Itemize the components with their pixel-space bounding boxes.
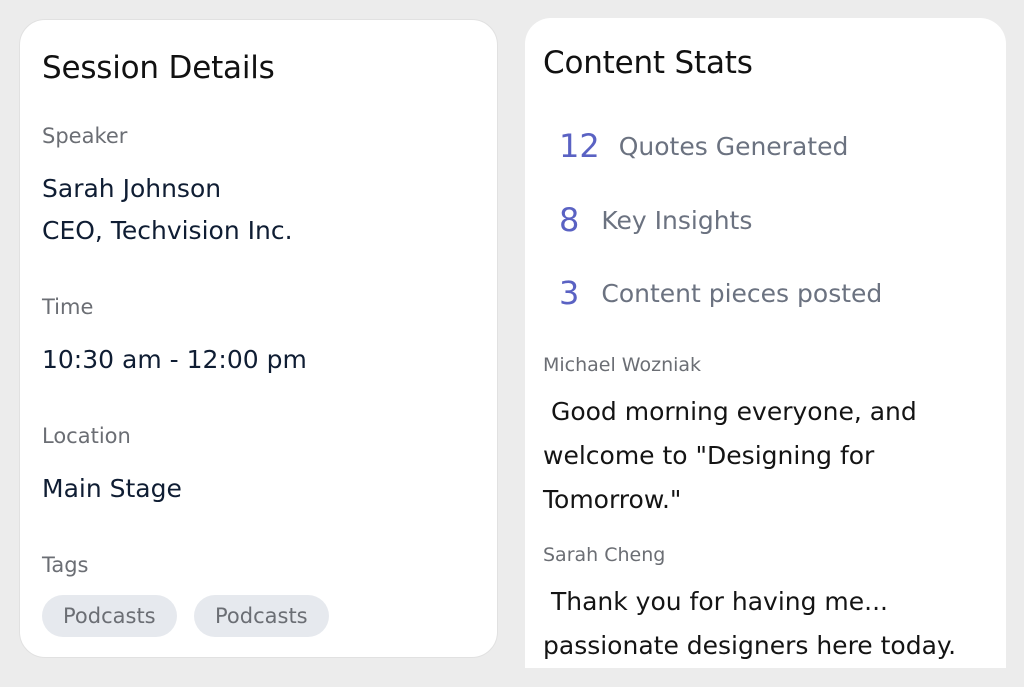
content-stats-title: Content Stats [543, 45, 753, 81]
stat-row-posted: 3 Content pieces posted [559, 271, 882, 315]
location-value: Main Stage [42, 474, 182, 503]
stat-count: 12 [559, 127, 600, 165]
content-stats-card: Content Stats 12 Quotes Generated 8 Key … [525, 18, 1006, 668]
speaker-label: Speaker [42, 124, 128, 148]
speaker-role: CEO, Techvision Inc. [42, 216, 293, 245]
transcript-message: Thank you for having me... passionate de… [543, 587, 957, 660]
tag-chip[interactable]: Podcasts [194, 595, 329, 637]
tag-chip[interactable]: Podcasts [42, 595, 177, 637]
session-details-title: Session Details [42, 50, 275, 86]
transcript-author: Michael Wozniak [543, 354, 702, 376]
speaker-name: Sarah Johnson [42, 174, 222, 203]
transcript-author: Sarah Cheng [543, 544, 666, 566]
tags-label: Tags [42, 553, 89, 577]
stat-label: Content pieces posted [601, 278, 883, 308]
stat-count: 8 [559, 201, 580, 239]
stat-label: Quotes Generated [618, 131, 849, 161]
stat-count: 3 [559, 274, 580, 312]
stat-row-insights: 8 Key Insights [559, 198, 752, 242]
stat-row-quotes: 12 Quotes Generated [559, 124, 848, 168]
location-label: Location [42, 424, 131, 448]
stat-label: Key Insights [601, 205, 753, 235]
transcript-message: Good morning everyone, and welcome to "D… [543, 397, 925, 514]
time-value: 10:30 am - 12:00 pm [42, 345, 307, 374]
time-label: Time [42, 295, 94, 319]
session-details-card: Session Details Speaker Sarah Johnson CE… [19, 19, 498, 658]
